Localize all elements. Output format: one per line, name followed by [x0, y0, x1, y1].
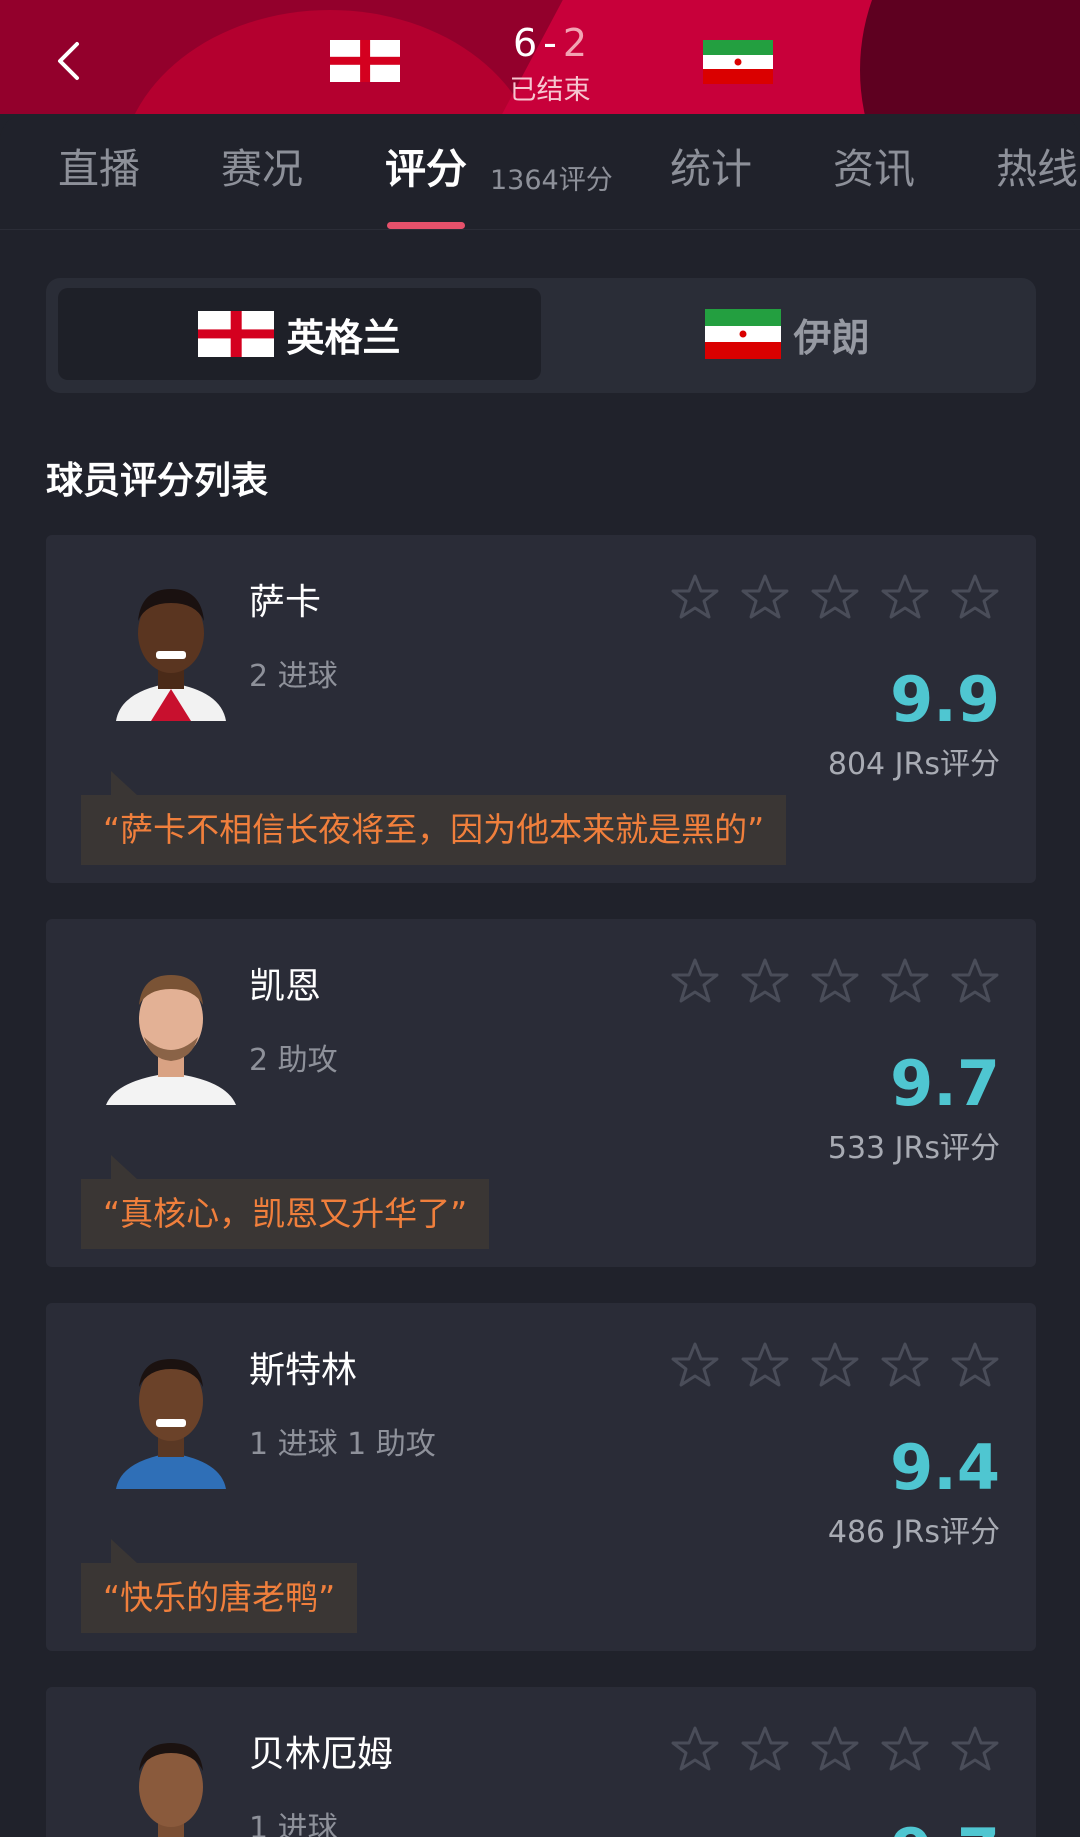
comment-text: “真核心，凯恩又升华了” — [81, 1179, 490, 1249]
rating-votes: 486 JRs评分 — [827, 1515, 1000, 1550]
home-score: 6 — [512, 21, 538, 65]
star-rating-input[interactable] — [670, 1725, 1000, 1773]
star-icon[interactable] — [740, 573, 790, 621]
star-icon[interactable] — [740, 1725, 790, 1773]
star-icon[interactable] — [880, 957, 930, 1005]
fan-comment: “快乐的唐老鸭” — [81, 1539, 358, 1633]
player-rating: 9.4 — [890, 1431, 1000, 1504]
team-name: 伊朗 — [793, 315, 870, 360]
fan-comment: “真核心，凯恩又升华了” — [81, 1155, 490, 1249]
player-name: 贝林厄姆 — [249, 1734, 394, 1775]
star-icon[interactable] — [950, 1341, 1000, 1389]
player-name: 斯特林 — [249, 1350, 358, 1391]
rating-votes: 804 JRs评分 — [827, 747, 1000, 782]
player-stat: 1 进球 — [249, 1811, 338, 1837]
player-name: 凯恩 — [249, 966, 322, 1007]
star-icon[interactable] — [740, 1341, 790, 1389]
tab-live[interactable]: 直播 — [58, 144, 140, 194]
england-flag-icon — [198, 311, 275, 357]
star-icon[interactable] — [950, 573, 1000, 621]
star-icon[interactable] — [950, 957, 1000, 1005]
match-score: 6-2 — [470, 20, 630, 66]
star-icon[interactable] — [670, 1341, 720, 1389]
iran-flag-icon[interactable] — [703, 40, 773, 84]
comment-text: “萨卡不相信长夜将至，因为他本来就是黑的” — [81, 795, 787, 865]
player-card[interactable]: 萨卡 2 进球 9.9 804 JRs评分 “萨卡不相信长夜将至，因为他本来就是… — [46, 535, 1036, 883]
star-rating-input[interactable] — [670, 573, 1000, 621]
rating-votes: 533 JRs评分 — [827, 1131, 1000, 1166]
team-name: 英格兰 — [286, 315, 401, 360]
team-button-england[interactable]: 英格兰 — [58, 288, 541, 380]
star-icon[interactable] — [810, 573, 860, 621]
tab-bar: 直播 赛况 评分 1364评分 统计 资讯 热线 — [0, 114, 1080, 230]
score-separator: - — [543, 21, 557, 65]
star-icon[interactable] — [950, 1725, 1000, 1773]
player-avatar — [96, 1723, 246, 1837]
player-rating: 9.7 — [890, 1047, 1000, 1120]
header-decoration — [860, 0, 1080, 114]
star-icon[interactable] — [670, 1725, 720, 1773]
tab-stats[interactable]: 统计 — [670, 144, 752, 194]
match-header: 6-2 已结束 — [0, 0, 1080, 114]
star-rating-input[interactable] — [670, 957, 1000, 1005]
chevron-left-icon — [58, 42, 79, 80]
player-rating: 9.9 — [890, 663, 1000, 736]
section-title: 球员评分列表 — [46, 459, 268, 502]
star-rating-input[interactable] — [670, 1341, 1000, 1389]
player-avatar — [96, 1339, 246, 1489]
player-avatar — [96, 571, 246, 721]
tab-news[interactable]: 资讯 — [833, 144, 915, 194]
ratings-count: 1364评分 — [490, 165, 613, 196]
away-score: 2 — [562, 21, 588, 65]
tab-ratings[interactable]: 评分 — [385, 144, 467, 194]
team-switch: 英格兰 伊朗 — [46, 278, 1036, 393]
player-card[interactable]: 斯特林 1 进球 1 助攻 9.4 486 JRs评分 “快乐的唐老鸭” — [46, 1303, 1036, 1651]
player-stat: 2 助攻 — [249, 1043, 338, 1078]
player-name: 萨卡 — [249, 582, 322, 623]
player-stat: 1 进球 1 助攻 — [249, 1427, 436, 1462]
player-card[interactable]: 凯恩 2 助攻 9.7 533 JRs评分 “真核心，凯恩又升华了” — [46, 919, 1036, 1267]
star-icon[interactable] — [880, 573, 930, 621]
match-status: 已结束 — [509, 75, 591, 106]
tab-match-report[interactable]: 赛况 — [221, 144, 303, 194]
star-icon[interactable] — [880, 1725, 930, 1773]
tab-hotline[interactable]: 热线 — [996, 144, 1078, 194]
player-avatar — [96, 955, 246, 1105]
star-icon[interactable] — [880, 1341, 930, 1389]
star-icon[interactable] — [740, 957, 790, 1005]
player-rating: 9.7 — [890, 1815, 1000, 1837]
comment-text: “快乐的唐老鸭” — [81, 1563, 358, 1633]
star-icon[interactable] — [810, 957, 860, 1005]
back-button[interactable] — [48, 38, 88, 84]
active-tab-indicator — [387, 222, 465, 229]
star-icon[interactable] — [670, 573, 720, 621]
star-icon[interactable] — [810, 1341, 860, 1389]
iran-flag-icon — [705, 309, 782, 359]
england-flag-icon[interactable] — [330, 40, 400, 82]
team-button-iran[interactable]: 伊朗 — [546, 288, 1029, 380]
star-icon[interactable] — [670, 957, 720, 1005]
player-stat: 2 进球 — [249, 659, 338, 694]
star-icon[interactable] — [810, 1725, 860, 1773]
fan-comment: “萨卡不相信长夜将至，因为他本来就是黑的” — [81, 771, 787, 865]
player-card[interactable]: 贝林厄姆 1 进球 9.7 — [46, 1687, 1036, 1837]
